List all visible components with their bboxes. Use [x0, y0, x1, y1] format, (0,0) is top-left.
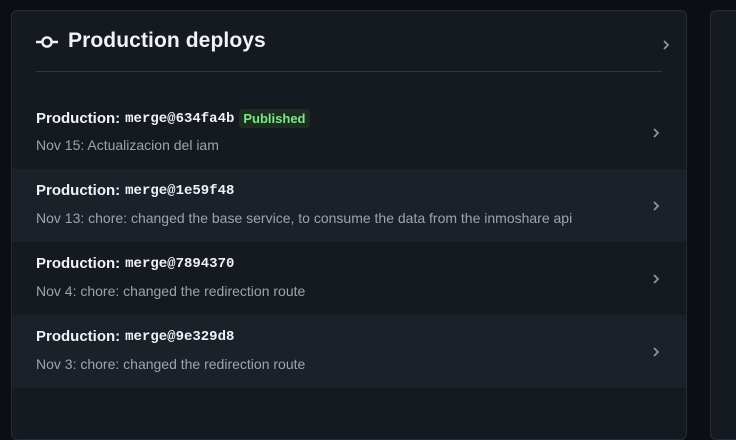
panel-header[interactable]: Production deploys — [36, 11, 670, 72]
adjacent-panel — [710, 10, 736, 440]
deploy-label: Production: — [36, 255, 121, 272]
git-commit-icon — [36, 31, 58, 53]
deploy-row[interactable]: Production: merge@1e59f48 Nov 13: chore:… — [12, 169, 686, 242]
deploy-description: Nov 15: Actualizacion del iam — [36, 137, 219, 153]
chevron-right-icon[interactable] — [652, 200, 660, 212]
deploy-label: Production: — [36, 110, 121, 127]
chevron-right-icon[interactable] — [662, 39, 670, 51]
deploy-row[interactable]: Production: merge@9e329d8 Nov 3: chore: … — [12, 315, 686, 388]
deploy-list: Production: merge@634fa4b Published Nov … — [12, 96, 686, 388]
deploy-description: Nov 3: chore: changed the redirection ro… — [36, 356, 306, 372]
deploy-ref: merge@9e329d8 — [125, 328, 235, 345]
deploy-ref: merge@1e59f48 — [125, 182, 235, 199]
published-badge: Published — [239, 109, 310, 128]
deploy-label: Production: — [36, 182, 121, 199]
deploy-ref: merge@7894370 — [125, 255, 235, 272]
chevron-right-icon[interactable] — [652, 346, 660, 358]
panel-title: Production deploys — [68, 29, 266, 52]
deploy-label: Production: — [36, 328, 121, 345]
production-deploys-panel: Production deploys Production: merge@634… — [11, 10, 687, 440]
deploy-description: Nov 13: chore: changed the base service,… — [36, 210, 573, 226]
deploy-row[interactable]: Production: merge@7894370 Nov 4: chore: … — [12, 242, 686, 315]
chevron-right-icon[interactable] — [652, 127, 660, 139]
chevron-right-icon[interactable] — [652, 273, 660, 285]
deploy-description: Nov 4: chore: changed the redirection ro… — [36, 283, 306, 299]
deploy-ref: merge@634fa4b — [125, 110, 235, 127]
deploy-row[interactable]: Production: merge@634fa4b Published Nov … — [12, 96, 686, 169]
